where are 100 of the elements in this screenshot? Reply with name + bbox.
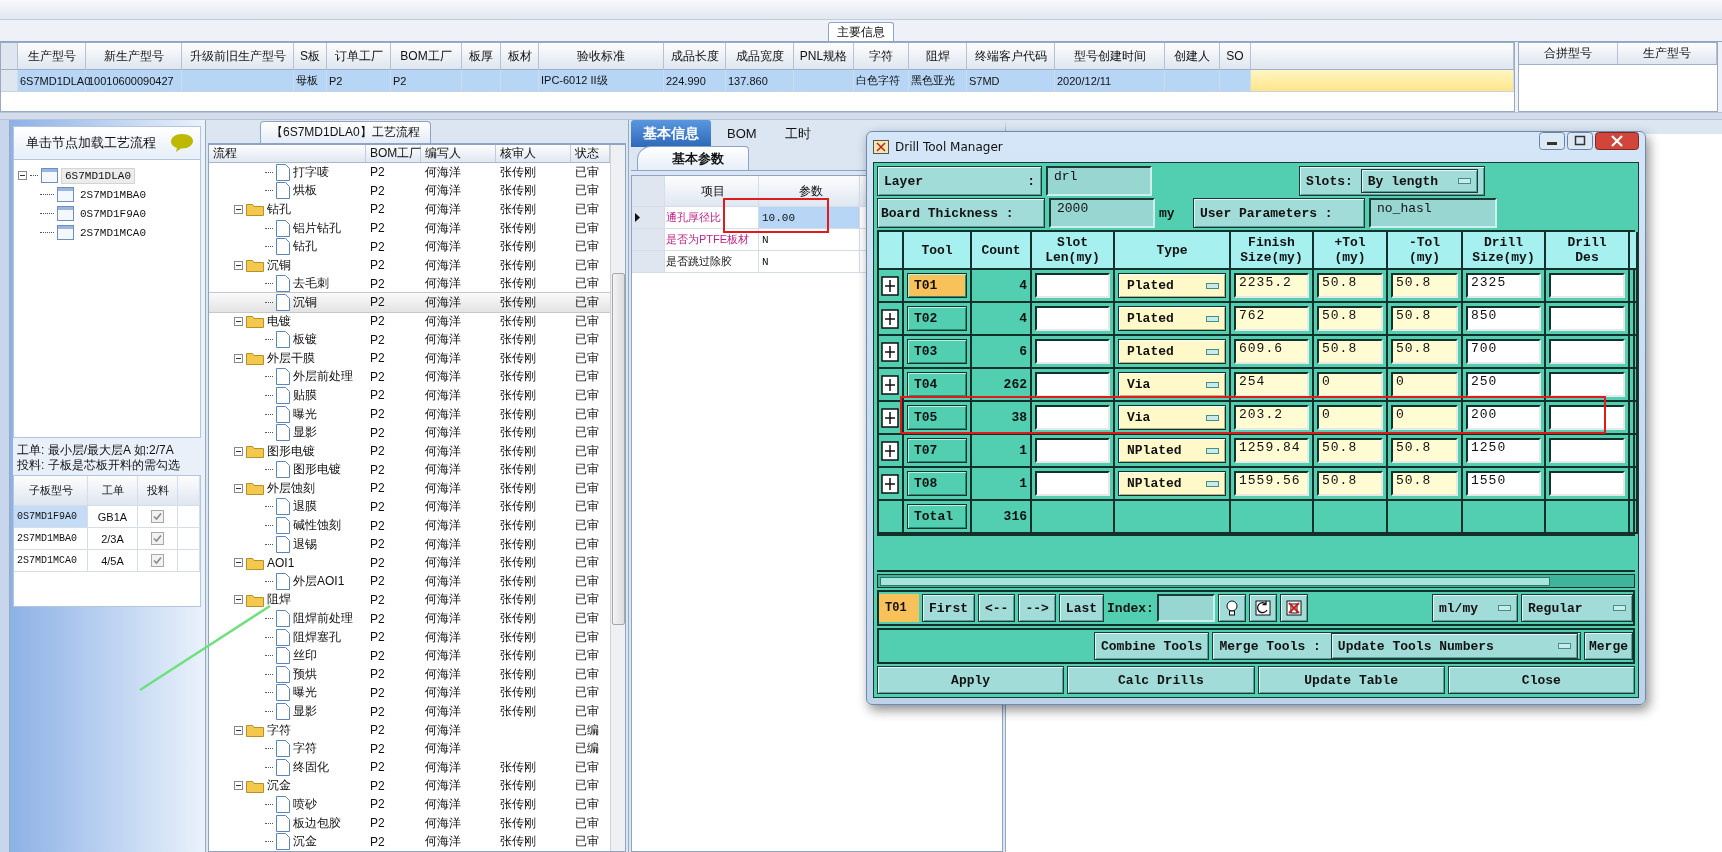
table-row[interactable]: 沉金 P2 何海洋 张传刚 已审 (209, 832, 610, 851)
delete-icon[interactable] (1279, 594, 1308, 622)
plus-tolerance-field[interactable]: 50.8 (1317, 306, 1383, 331)
collapse-icon[interactable] (234, 205, 243, 214)
collapse-icon[interactable] (18, 171, 27, 180)
type-dropdown[interactable]: Plated (1118, 273, 1226, 298)
table-row[interactable]: 沉金 P2 何海洋 张传刚 已审 (209, 776, 610, 796)
combine-tools-button[interactable]: Combine Tools (1094, 632, 1210, 660)
merge-button[interactable]: Merge (1584, 632, 1633, 660)
drill-description-field[interactable] (1549, 438, 1625, 463)
navigation-button[interactable]: Last (1058, 594, 1105, 622)
minus-tolerance-field[interactable]: 50.8 (1391, 438, 1458, 463)
table-cell[interactable]: 2S7MD1MBA0 (14, 528, 88, 549)
action-button[interactable]: Close (1447, 666, 1635, 694)
collapse-icon[interactable] (234, 558, 243, 568)
table-row[interactable]: 电镀 P2 何海洋 张传刚 已审 (209, 311, 610, 331)
drill-size-field[interactable]: 250 (1466, 372, 1541, 397)
column-header[interactable]: 子板型号 (14, 476, 88, 505)
drill-description-field[interactable] (1549, 273, 1625, 298)
finish-size-field[interactable]: 2235.2 (1234, 273, 1309, 298)
index-field[interactable] (1156, 594, 1215, 622)
slot-length-field[interactable] (1035, 438, 1110, 463)
column-header[interactable]: 项目 (665, 176, 759, 206)
tool-button[interactable]: T01 (907, 273, 967, 298)
merge-mode-dropdown[interactable]: Update Tools Numbers (1330, 633, 1578, 659)
table-row[interactable]: 显影 P2 何海洋 张传刚 已审 (209, 702, 610, 721)
tool-button[interactable]: T03 (907, 339, 967, 364)
column-header[interactable]: 板材 (501, 43, 539, 70)
drill-size-field[interactable]: 1550 (1466, 471, 1541, 496)
type-dropdown[interactable]: Via (1118, 372, 1226, 397)
slot-length-field[interactable] (1035, 372, 1110, 397)
column-header[interactable]: 参数 (759, 176, 860, 206)
tab[interactable]: 基本信息 (631, 120, 711, 147)
table-cell[interactable]: 10.00 (759, 207, 860, 228)
total-button[interactable]: Total (907, 504, 967, 529)
drill-description-field[interactable] (1549, 471, 1625, 496)
tree-node[interactable]: 2S7MD1MCA0 (77, 225, 149, 240)
collapse-icon[interactable] (234, 353, 243, 363)
finish-size-field[interactable]: 203.2 (1234, 405, 1309, 430)
minus-tolerance-field[interactable]: 50.8 (1391, 471, 1458, 496)
minus-tolerance-field[interactable]: 0 (1391, 372, 1458, 397)
table-row[interactable]: 阻焊前处理 P2 何海洋 张传刚 已审 (209, 609, 610, 628)
add-icon[interactable] (881, 407, 899, 428)
collapse-icon[interactable] (234, 781, 243, 791)
tool-button[interactable]: T02 (907, 306, 967, 331)
column-header[interactable]: S板 (294, 43, 327, 70)
column-header[interactable]: 型号创建时间 (1055, 43, 1165, 70)
plus-tolerance-field[interactable]: 50.8 (1317, 339, 1383, 364)
collapse-icon[interactable] (234, 260, 243, 270)
slot-length-field[interactable] (1035, 405, 1110, 430)
column-header[interactable]: BOM工厂 (366, 145, 421, 162)
add-icon[interactable] (881, 374, 899, 395)
minus-tolerance-field[interactable]: 50.8 (1391, 339, 1458, 364)
drill-description-field[interactable] (1549, 306, 1625, 331)
table-row[interactable]: 钻孔 P2 何海洋 张传刚 已审 (209, 200, 610, 219)
thickness-field[interactable]: 2000 (1049, 198, 1155, 228)
table-row[interactable]: 板边包胶 P2 何海洋 张传刚 已审 (209, 813, 610, 833)
column-header[interactable]: 新生产型号 (86, 43, 182, 70)
add-icon[interactable] (881, 341, 899, 362)
table-row[interactable]: 退锡 P2 何海洋 张传刚 已审 (209, 534, 610, 554)
type-dropdown[interactable]: Plated (1118, 339, 1226, 364)
tab[interactable]: 基本参数 (637, 146, 749, 170)
column-header[interactable]: 验收标准 (539, 43, 664, 70)
type-dropdown[interactable]: NPlated (1118, 471, 1226, 496)
add-icon[interactable] (881, 473, 899, 494)
drill-size-field[interactable]: 700 (1466, 339, 1541, 364)
table-row[interactable]: 外层AOI1 P2 何海洋 张传刚 已审 (209, 572, 610, 591)
slot-length-field[interactable] (1035, 306, 1110, 331)
column-header[interactable]: BOM工厂 (391, 43, 462, 70)
collapse-icon[interactable] (234, 725, 243, 735)
scrollbar[interactable] (877, 574, 1635, 588)
finish-size-field[interactable]: 254 (1234, 372, 1309, 397)
table-row[interactable]: 字符 P2 何海洋 已编 (209, 720, 610, 740)
type-dropdown[interactable]: Via (1118, 405, 1226, 430)
table-cell[interactable]: N (759, 251, 860, 272)
type-dropdown[interactable]: NPlated (1118, 438, 1226, 463)
drill-description-field[interactable] (1549, 372, 1625, 397)
plus-tolerance-field[interactable]: 50.8 (1317, 438, 1383, 463)
navigation-button[interactable]: --> (1018, 594, 1056, 622)
collapse-icon[interactable] (234, 316, 243, 326)
table-row[interactable]: 丝印 P2 何海洋 张传刚 已审 (209, 646, 610, 666)
column-header[interactable]: 投料 (138, 476, 178, 505)
table-row[interactable]: 外层蚀刻 P2 何海洋 张传刚 已审 (209, 479, 610, 498)
drill-size-field[interactable]: 1250 (1466, 438, 1541, 463)
column-header[interactable]: 板厚 (462, 43, 501, 70)
table-row[interactable]: 贴膜 P2 何海洋 张传刚 已审 (209, 386, 610, 405)
checkbox[interactable] (151, 554, 164, 567)
tool-button[interactable]: T08 (907, 471, 967, 496)
column-header[interactable]: 核审人 (496, 145, 571, 162)
slot-length-field[interactable] (1035, 471, 1110, 496)
plus-tolerance-field[interactable]: 50.8 (1317, 273, 1383, 298)
maximize-icon[interactable] (1567, 132, 1593, 150)
column-header[interactable]: 订单工厂 (327, 43, 391, 70)
column-header[interactable]: 生产型号 (18, 43, 86, 70)
drill-size-field[interactable]: 2325 (1466, 273, 1541, 298)
units-dropdown[interactable]: ml/my (1432, 594, 1518, 622)
column-header[interactable]: SO (1220, 43, 1251, 70)
column-header[interactable]: 生产型号 (1618, 43, 1717, 65)
plus-tolerance-field[interactable]: 0 (1317, 372, 1383, 397)
table-row[interactable]: 阻焊 P2 何海洋 张传刚 已审 (209, 590, 610, 610)
